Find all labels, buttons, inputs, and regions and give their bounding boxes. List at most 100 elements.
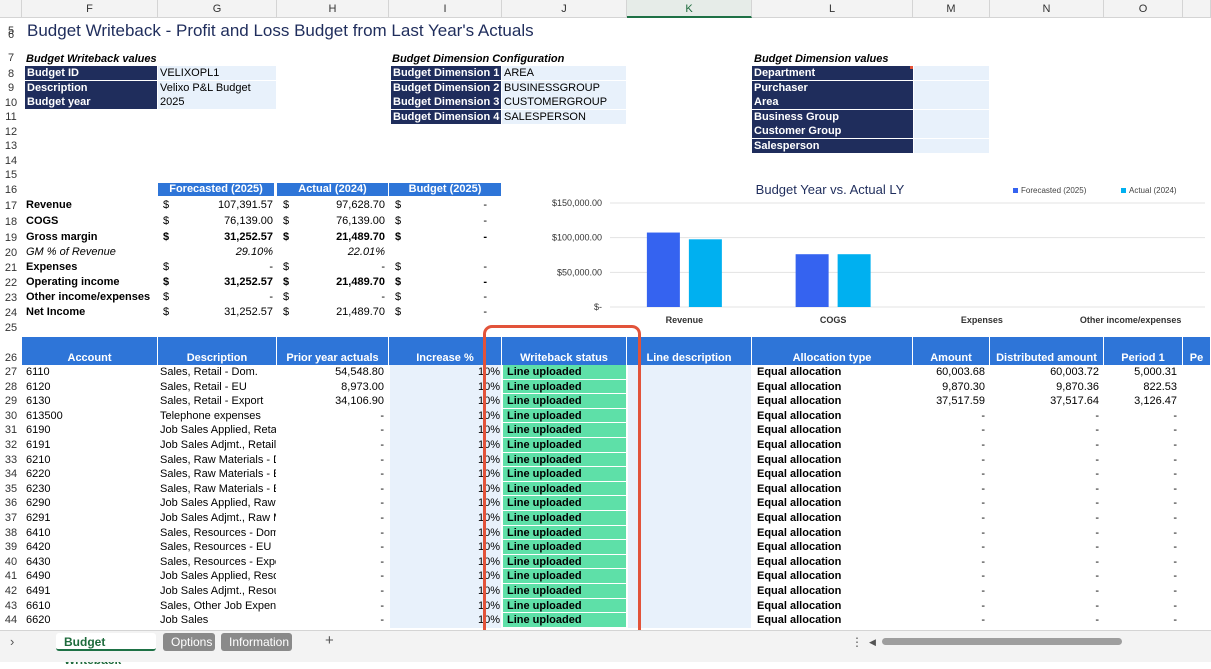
column-header[interactable]: N [990,0,1104,18]
description-cell[interactable]: Job Sales Adjmt., Raw M [160,511,276,526]
allocation-type-cell[interactable]: Equal allocation [757,526,912,541]
writeback-value[interactable]: Velixo P&L Budget [158,80,276,95]
distributed-amount-cell[interactable]: - [990,599,1099,614]
scroll-left-icon[interactable]: ◀ [869,634,879,650]
column-header[interactable]: I [389,0,502,18]
prior-year-cell[interactable]: - [277,496,384,511]
account-cell[interactable]: 6191 [26,438,156,453]
account-cell[interactable]: 6620 [26,613,156,628]
description-cell[interactable]: Sales, Other Job Expens [160,599,276,614]
dimension-values-input[interactable] [914,124,989,138]
period-1-cell[interactable]: - [1104,511,1177,526]
prior-year-cell[interactable]: - [277,409,384,424]
account-cell[interactable]: 6210 [26,453,156,468]
account-cell[interactable]: 6420 [26,540,156,555]
prior-year-cell[interactable]: - [277,555,384,570]
allocation-type-cell[interactable]: Equal allocation [757,394,912,409]
row-number[interactable]: 39 [0,540,22,555]
dimension-values-input[interactable] [914,80,989,95]
prior-year-cell[interactable]: - [277,526,384,541]
account-cell[interactable]: 6410 [26,526,156,541]
description-cell[interactable]: Job Sales Applied, Raw I [160,496,276,511]
row-number[interactable]: 19 [0,232,22,245]
dimension-config-value[interactable]: BUSINESSGROUP [502,80,626,95]
period-1-cell[interactable]: - [1104,526,1177,541]
distributed-amount-cell[interactable]: - [990,423,1099,438]
line-description-cell[interactable] [628,467,751,482]
column-header[interactable]: J [502,0,627,18]
line-description-cell[interactable] [628,452,751,468]
distributed-amount-cell[interactable]: - [990,526,1099,541]
allocation-type-cell[interactable]: Equal allocation [757,511,912,526]
row-number[interactable]: 33 [0,453,22,468]
row-number[interactable]: 38 [0,526,22,541]
allocation-type-cell[interactable]: Equal allocation [757,584,912,599]
amount-cell[interactable]: - [913,409,985,424]
amount-cell[interactable]: 37,517.59 [913,394,985,409]
table-header-amount[interactable]: Amount [913,337,990,365]
allocation-type-cell[interactable]: Equal allocation [757,438,912,453]
column-header[interactable]: M [913,0,990,18]
period-1-cell[interactable]: - [1104,423,1177,438]
period-1-cell[interactable]: - [1104,540,1177,555]
prior-year-cell[interactable]: - [277,599,384,614]
prior-year-cell[interactable]: - [277,438,384,453]
row-number[interactable]: 11 [0,111,22,124]
prior-year-cell[interactable]: 8,973.00 [277,380,384,395]
row-number[interactable]: 26 [0,352,22,365]
row-number[interactable]: 18 [0,216,22,229]
row-number[interactable]: 27 [0,365,22,380]
row-number[interactable]: 32 [0,438,22,453]
line-description-cell[interactable] [628,540,751,555]
prior-year-cell[interactable]: - [277,453,384,468]
amount-cell[interactable]: - [913,453,985,468]
distributed-amount-cell[interactable]: - [990,540,1099,555]
allocation-type-cell[interactable]: Equal allocation [757,540,912,555]
row-number[interactable]: 35 [0,482,22,497]
account-cell[interactable]: 6491 [26,584,156,599]
prior-year-cell[interactable]: 54,548.80 [277,365,384,380]
line-description-cell[interactable] [628,394,751,409]
account-cell[interactable]: 6291 [26,511,156,526]
dimension-values-input[interactable] [914,138,989,153]
period-1-cell[interactable]: 3,126.47 [1104,394,1177,409]
table-header-period-1[interactable]: Period 1 [1104,337,1183,365]
tab-information[interactable]: Information [221,633,292,651]
select-all-corner[interactable] [0,0,22,18]
description-cell[interactable]: Sales, Resources - Dom [160,526,276,541]
line-description-cell[interactable] [628,569,751,584]
amount-cell[interactable]: - [913,599,985,614]
account-cell[interactable]: 6290 [26,496,156,511]
row-number[interactable]: 24 [0,307,22,320]
line-description-cell[interactable] [628,379,751,395]
description-cell[interactable]: Job Sales [160,613,276,628]
description-cell[interactable]: Sales, Raw Materials - D [160,453,276,468]
dimension-config-value[interactable]: SALESPERSON [502,109,626,124]
distributed-amount-cell[interactable]: - [990,511,1099,526]
account-cell[interactable]: 6430 [26,555,156,570]
account-cell[interactable]: 6130 [26,394,156,409]
line-description-cell[interactable] [628,598,751,614]
distributed-amount-cell[interactable]: - [990,409,1099,424]
table-header-account[interactable]: Account [22,337,158,365]
row-number[interactable]: 43 [0,599,22,614]
more-options-icon[interactable]: ⋮ [851,634,859,650]
line-description-cell[interactable] [628,613,751,628]
description-cell[interactable]: Sales, Retail - EU [160,380,276,395]
line-description-cell[interactable] [628,554,751,570]
dimension-values-input[interactable] [914,95,989,109]
prior-year-cell[interactable]: - [277,467,384,482]
description-cell[interactable]: Job Sales Applied, Resou [160,569,276,584]
row-number[interactable]: 9 [0,82,22,95]
description-cell[interactable]: Sales, Resources - EU [160,540,276,555]
scroll-tabs-chevron-icon[interactable]: › [10,634,24,650]
row-number[interactable]: 34 [0,467,22,482]
horizontal-scrollbar[interactable] [882,638,1122,645]
account-cell[interactable]: 6490 [26,569,156,584]
account-cell[interactable]: 6110 [26,365,156,380]
distributed-amount-cell[interactable]: - [990,613,1099,628]
description-cell[interactable]: Job Sales Adjmt., Retail [160,438,276,453]
account-cell[interactable]: 6190 [26,423,156,438]
row-number[interactable]: 36 [0,496,22,511]
row-number[interactable]: 8 [0,68,22,81]
